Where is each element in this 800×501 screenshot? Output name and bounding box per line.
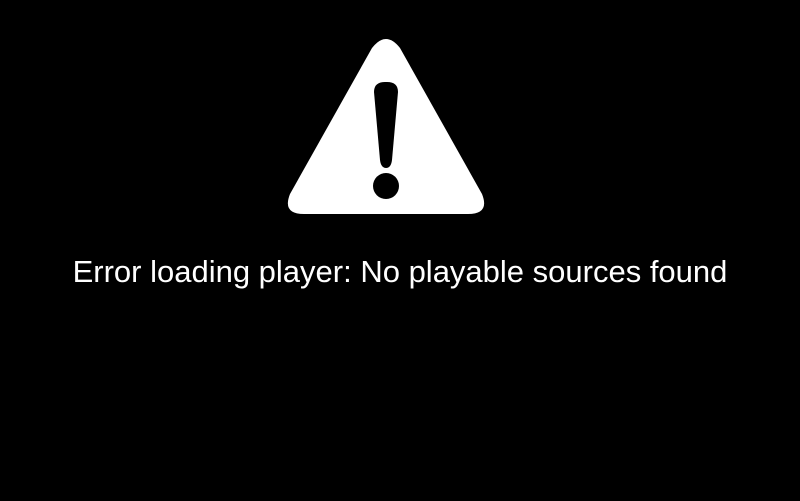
error-message: Error loading player: No playable source… <box>72 254 728 289</box>
video-player-error-screen: Error loading player: No playable source… <box>0 0 800 501</box>
warning-triangle-icon <box>284 36 488 216</box>
